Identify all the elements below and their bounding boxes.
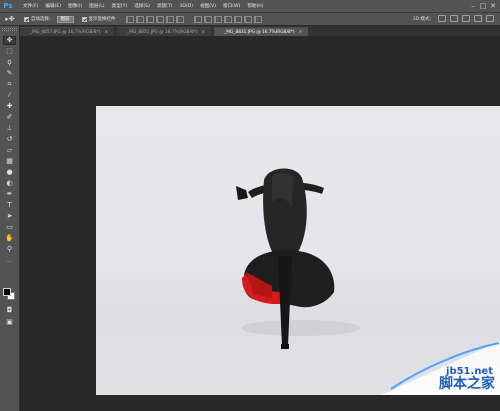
options-bar: ▸✥ 自动选择： 图层 显示变换控件 3D 模式： [0, 12, 500, 26]
distribute-left-icon[interactable] [223, 15, 232, 23]
3d-mode-group: 3D 模式： [410, 15, 494, 22]
document-tabs: _MG_8857.JPG @ 16.7%(RGB/8*) × _MG_8851.J… [20, 26, 500, 36]
menu-filter[interactable]: 滤镜(T) [157, 3, 173, 9]
healing-brush-tool-icon[interactable]: ✚ [3, 102, 16, 111]
auto-align-icon[interactable] [253, 15, 262, 23]
screen-mode-icon[interactable]: ▣ [3, 318, 16, 327]
canvas-workspace[interactable]: jb51.net 脚本之家 [20, 36, 500, 411]
close-button[interactable]: ✕ [488, 0, 498, 12]
crop-tool-icon[interactable]: ⌗ [3, 80, 16, 89]
pen-tool-icon[interactable]: ✒ [3, 190, 16, 199]
tab-document-1[interactable]: _MG_8857.JPG @ 16.7%(RGB/8*) × [20, 27, 115, 36]
marquee-tool-icon[interactable]: ⬚ [3, 47, 16, 56]
align-bottom-icon[interactable] [145, 15, 154, 23]
auto-select-dropdown[interactable]: 图层 [56, 15, 74, 23]
menu-help[interactable]: 帮助(H) [247, 3, 263, 9]
type-tool-icon[interactable]: T [3, 201, 16, 210]
tab-document-2[interactable]: _MG_8851.JPG @ 16.7%(RGB/8*) × [117, 27, 212, 36]
distribute-right-icon[interactable] [243, 15, 252, 23]
more-tools-icon[interactable]: ··· [3, 258, 16, 267]
hand-tool-icon[interactable]: ✋ [3, 234, 16, 243]
align-buttons [124, 15, 184, 23]
watermark-text-cn: 脚本之家 [439, 376, 495, 392]
brush-tool-icon[interactable]: ✐ [3, 113, 16, 122]
tab-close-icon[interactable]: × [299, 30, 303, 35]
maximize-button[interactable]: □ [478, 0, 488, 12]
app-logo: Ps [3, 2, 13, 10]
tab-close-icon[interactable]: × [104, 30, 108, 35]
watermark: jb51.net 脚本之家 [381, 329, 500, 395]
lasso-tool-icon[interactable]: ϙ [3, 58, 16, 67]
move-tool-icon[interactable]: ✥ [3, 36, 16, 45]
menu-layer[interactable]: 图层(L) [89, 3, 104, 9]
tab-document-3[interactable]: _MG_8831.JPG @ 16.7%(RGB/8*) × [214, 27, 309, 36]
3d-scale-icon[interactable] [486, 15, 494, 22]
move-tool-preset-icon[interactable]: ▸✥ [0, 13, 20, 25]
3d-slide-icon[interactable] [474, 15, 482, 22]
path-select-tool-icon[interactable]: ➤ [3, 212, 16, 221]
tab-close-icon[interactable]: × [202, 30, 206, 35]
3d-pan-icon[interactable] [462, 15, 470, 22]
menu-image[interactable]: 图像(I) [68, 3, 82, 9]
3d-rotate-icon[interactable] [438, 15, 446, 22]
auto-select-checkbox[interactable] [24, 16, 29, 22]
eraser-tool-icon[interactable]: ▱ [3, 146, 16, 155]
menu-window[interactable]: 窗口(W) [223, 3, 240, 9]
distribute-buttons [192, 15, 262, 23]
tools-panel: ✥ ⬚ ϙ ✎ ⌗ ⁄ ✚ ✐ ⊥ ↺ ▱ ▦ ● ◐ ✒ T ➤ ▭ ✋ ⚲ … [0, 26, 20, 411]
gradient-tool-icon[interactable]: ▦ [3, 157, 16, 166]
distribute-bottom-icon[interactable] [213, 15, 222, 23]
dodge-tool-icon[interactable]: ◐ [3, 179, 16, 188]
3d-mode-label: 3D 模式： [412, 16, 434, 22]
window-controls: – □ ✕ [468, 0, 498, 12]
history-brush-tool-icon[interactable]: ↺ [3, 135, 16, 144]
zoom-tool-icon[interactable]: ⚲ [3, 245, 16, 254]
menu-file[interactable]: 文件(F) [23, 3, 38, 9]
foreground-color-swatch[interactable] [3, 288, 11, 296]
quick-mask-icon[interactable]: ◘ [3, 306, 16, 315]
clone-stamp-tool-icon[interactable]: ⊥ [3, 124, 16, 133]
align-vcenter-icon[interactable] [135, 15, 144, 23]
align-top-icon[interactable] [125, 15, 134, 23]
distribute-vcenter-icon[interactable] [203, 15, 212, 23]
panel-grip[interactable] [2, 28, 17, 31]
menu-type[interactable]: 类型(Y) [112, 3, 128, 9]
menu-view[interactable]: 视图(V) [200, 3, 216, 9]
show-transform-label: 显示变换控件 [88, 17, 116, 22]
blur-tool-icon[interactable]: ● [3, 168, 16, 177]
quick-select-tool-icon[interactable]: ✎ [3, 69, 16, 78]
tab-label: _MG_8857.JPG @ 16.7%(RGB/8*) [30, 30, 101, 35]
eyedropper-tool-icon[interactable]: ⁄ [3, 91, 16, 100]
align-left-icon[interactable] [155, 15, 164, 23]
3d-roll-icon[interactable] [450, 15, 458, 22]
shape-tool-icon[interactable]: ▭ [3, 223, 16, 232]
tab-label: _MG_8851.JPG @ 16.7%(RGB/8*) [127, 30, 198, 35]
tab-label: _MG_8831.JPG @ 16.7%(RGB/8*) [224, 30, 295, 35]
align-right-icon[interactable] [175, 15, 184, 23]
distribute-hcenter-icon[interactable] [233, 15, 242, 23]
distribute-top-icon[interactable] [193, 15, 202, 23]
menu-edit[interactable]: 编辑(E) [45, 3, 61, 9]
photoshop-window: Ps 文件(F) 编辑(E) 图像(I) 图层(L) 类型(Y) 选择(S) 滤… [0, 0, 500, 411]
minimize-button[interactable]: – [468, 0, 478, 12]
menu-select[interactable]: 选择(S) [134, 3, 150, 9]
menu-3d[interactable]: 3D(D) [179, 4, 193, 9]
align-hcenter-icon[interactable] [165, 15, 174, 23]
show-transform-checkbox[interactable] [81, 16, 87, 22]
auto-select-label: 自动选择： [31, 17, 54, 22]
menu-bar: Ps 文件(F) 编辑(E) 图像(I) 图层(L) 类型(Y) 选择(S) 滤… [0, 0, 500, 12]
document-canvas[interactable]: jb51.net 脚本之家 [96, 106, 500, 395]
